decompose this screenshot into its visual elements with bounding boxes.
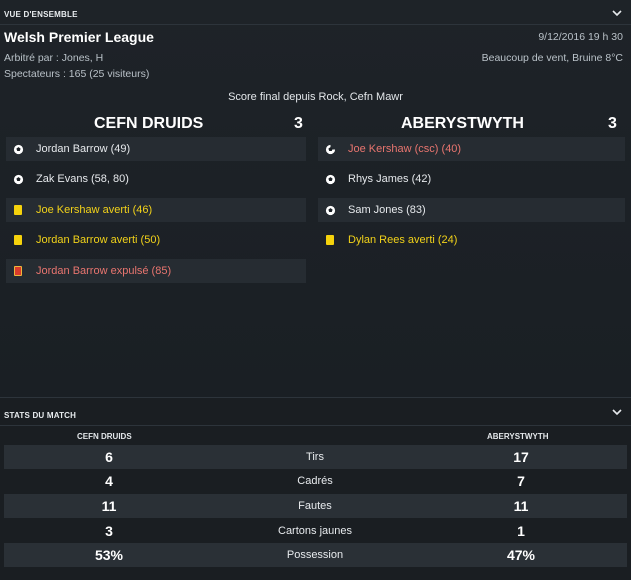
event-text: Jordan Barrow averti (50)	[36, 234, 161, 246]
home-event-red-card[interactable]: Jordan Barrow expulsé (85)	[6, 259, 306, 283]
away-event-yellow-card[interactable]: Dylan Rees averti (24)	[318, 228, 625, 252]
home-team-score: 3	[294, 115, 303, 132]
event-text: Dylan Rees averti (24)	[348, 234, 458, 246]
stat-home-value: 6	[105, 449, 113, 465]
yellow-card-icon	[12, 234, 24, 246]
football-icon	[12, 173, 24, 185]
chevron-down-icon[interactable]	[610, 6, 624, 20]
yellow-card-icon	[12, 204, 24, 216]
overview-divider	[0, 24, 631, 25]
stat-home-value: 3	[105, 523, 113, 539]
event-text: Jordan Barrow (49)	[36, 143, 131, 155]
away-event-goal[interactable]: Rhys James (42)	[318, 167, 625, 191]
home-event-goal[interactable]: Jordan Barrow (49)	[6, 137, 306, 161]
stat-away-value: 11	[513, 498, 529, 514]
stats-away-team: ABERYSTWYTH	[487, 432, 549, 441]
football-icon	[12, 143, 24, 155]
stat-away-value: 1	[517, 523, 525, 539]
stat-home-value: 53%	[94, 547, 124, 563]
own-goal-icon	[324, 143, 336, 155]
event-text: Rhys James (42)	[348, 173, 432, 185]
event-text: Zak Evans (58, 80)	[36, 173, 129, 185]
stat-row: 4 Cadrés 7	[4, 469, 627, 493]
stats-home-team: CEFN DRUIDS	[77, 432, 132, 441]
score-title: Score final depuis Rock, Cefn Mawr	[228, 91, 403, 103]
stat-home-value: 11	[101, 498, 117, 514]
competition-title[interactable]: Welsh Premier League	[4, 29, 154, 45]
stats-divider	[0, 425, 631, 426]
stat-away-value: 47%	[506, 547, 536, 563]
home-event-goal[interactable]: Zak Evans (58, 80)	[6, 167, 306, 191]
home-event-yellow-card[interactable]: Jordan Barrow averti (50)	[6, 228, 306, 252]
match-datetime: 9/12/2016 19 h 30	[538, 31, 623, 43]
spectators-text: Spectateurs : 165 (25 visiteurs)	[4, 68, 150, 80]
stat-label: Tirs	[306, 451, 324, 463]
stat-label: Fautes	[298, 500, 332, 512]
away-event-own-goal[interactable]: Joe Kershaw (csc) (40)	[318, 137, 625, 161]
weather-text: Beaucoup de vent, Bruine 8°C	[481, 52, 623, 64]
red-card-icon	[12, 265, 24, 277]
stat-away-value: 7	[517, 473, 525, 489]
stat-away-value: 17	[513, 449, 529, 465]
stat-home-value: 4	[105, 473, 113, 489]
stat-row: 3 Cartons jaunes 1	[4, 519, 627, 543]
stat-row: 11 Fautes 11	[4, 494, 627, 518]
home-event-yellow-card[interactable]: Joe Kershaw averti (46)	[6, 198, 306, 222]
stat-row: 6 Tirs 17	[4, 445, 627, 469]
overview-section-title: VUE D'ENSEMBLE	[4, 10, 78, 19]
chevron-down-icon[interactable]	[610, 405, 624, 419]
away-event-goal[interactable]: Sam Jones (83)	[318, 198, 625, 222]
event-text: Sam Jones (83)	[348, 204, 426, 216]
football-icon	[324, 173, 336, 185]
stat-label: Cartons jaunes	[278, 525, 352, 537]
away-team-score: 3	[608, 115, 617, 132]
stat-label: Cadrés	[297, 475, 333, 487]
event-text: Joe Kershaw averti (46)	[36, 204, 153, 216]
stats-section-title: STATS DU MATCH	[4, 411, 77, 420]
stat-label: Possession	[286, 549, 344, 561]
yellow-card-icon	[324, 234, 336, 246]
football-icon	[324, 204, 336, 216]
home-team-name[interactable]: CEFN DRUIDS	[94, 115, 203, 133]
stat-row: 53% Possession 47%	[4, 543, 627, 567]
away-team-name[interactable]: ABERYSTWYTH	[401, 115, 524, 133]
event-text: Joe Kershaw (csc) (40)	[348, 143, 462, 155]
event-text: Jordan Barrow expulsé (85)	[36, 265, 172, 277]
referee-text: Arbitré par : Jones, H	[4, 52, 104, 64]
